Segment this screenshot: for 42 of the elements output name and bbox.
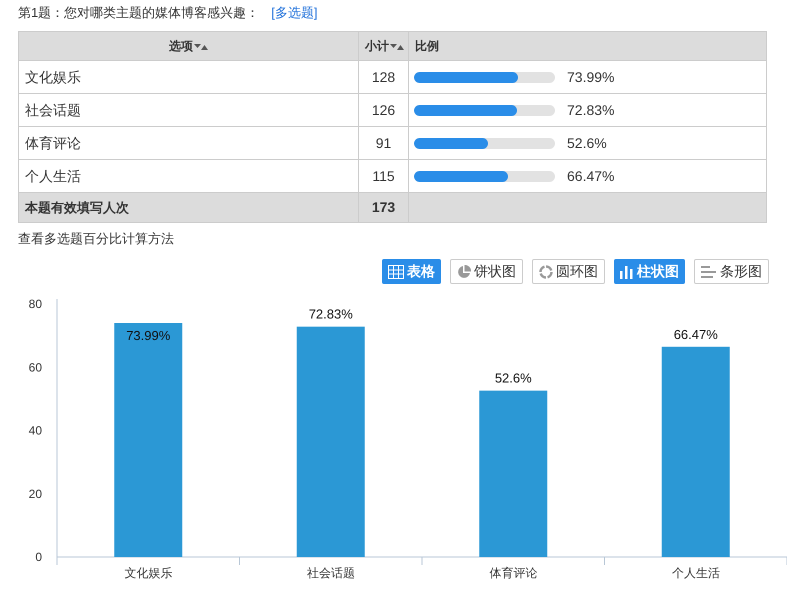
x-tick-label: 文化娱乐 <box>124 566 172 580</box>
method-link[interactable]: 查看多选题百分比计算方法 <box>18 229 174 249</box>
count-cell: 126 <box>372 102 396 118</box>
y-tick-label: 0 <box>35 550 42 564</box>
bar-chart-icon <box>620 264 634 278</box>
count-cell: 115 <box>372 168 395 184</box>
y-tick-label: 20 <box>28 486 42 501</box>
percent-cell-text: 52.6% <box>567 134 607 152</box>
view-button[interactable]: 条形图 <box>694 259 769 284</box>
sort-icon[interactable] <box>194 42 208 51</box>
option-cell: 社会话题 <box>25 102 81 118</box>
option-cell: 文化娱乐 <box>25 68 81 84</box>
bar-value-label: 72.83% <box>308 306 353 322</box>
percent-cell-text: 72.83% <box>567 100 614 120</box>
count-cell: 128 <box>372 68 396 84</box>
table-icon <box>388 264 404 278</box>
option-cell: 体育评论 <box>25 134 81 150</box>
y-tick-label: 80 <box>28 297 42 311</box>
horizontal-bar-icon <box>701 264 717 278</box>
bar-value-label: 52.6% <box>494 370 532 386</box>
total-count: 173 <box>372 199 396 215</box>
bar-value-label: 73.99% <box>126 328 170 343</box>
total-label: 本题有效填写人次 <box>25 200 129 215</box>
x-tick-label: 体育评论 <box>489 566 538 580</box>
percent-cell-text: 66.47% <box>567 166 614 186</box>
view-button[interactable]: 饼状图 <box>450 259 523 284</box>
x-tick-label: 个人生活 <box>672 566 720 580</box>
sort-icon[interactable] <box>390 42 404 51</box>
question-type-tag: [多选题] <box>271 3 318 23</box>
y-tick-label: 60 <box>28 360 42 374</box>
y-tick-label: 40 <box>28 424 42 438</box>
option-cell: 个人生活 <box>25 168 81 184</box>
pie-chart-icon <box>457 264 471 278</box>
percent-cell-text: 73.99% <box>567 68 614 86</box>
bar-value-label: 66.47% <box>674 326 718 342</box>
column-header[interactable]: 选项 <box>169 39 193 53</box>
donut-chart-icon <box>539 264 553 278</box>
column-header: 比例 <box>415 39 439 53</box>
question-title: 第1题：您对哪类主题的媒体博客感兴趣： <box>18 4 260 22</box>
count-cell: 91 <box>376 134 392 150</box>
view-button[interactable]: 圆环图 <box>532 259 605 284</box>
x-tick-label: 社会话题 <box>306 566 355 580</box>
